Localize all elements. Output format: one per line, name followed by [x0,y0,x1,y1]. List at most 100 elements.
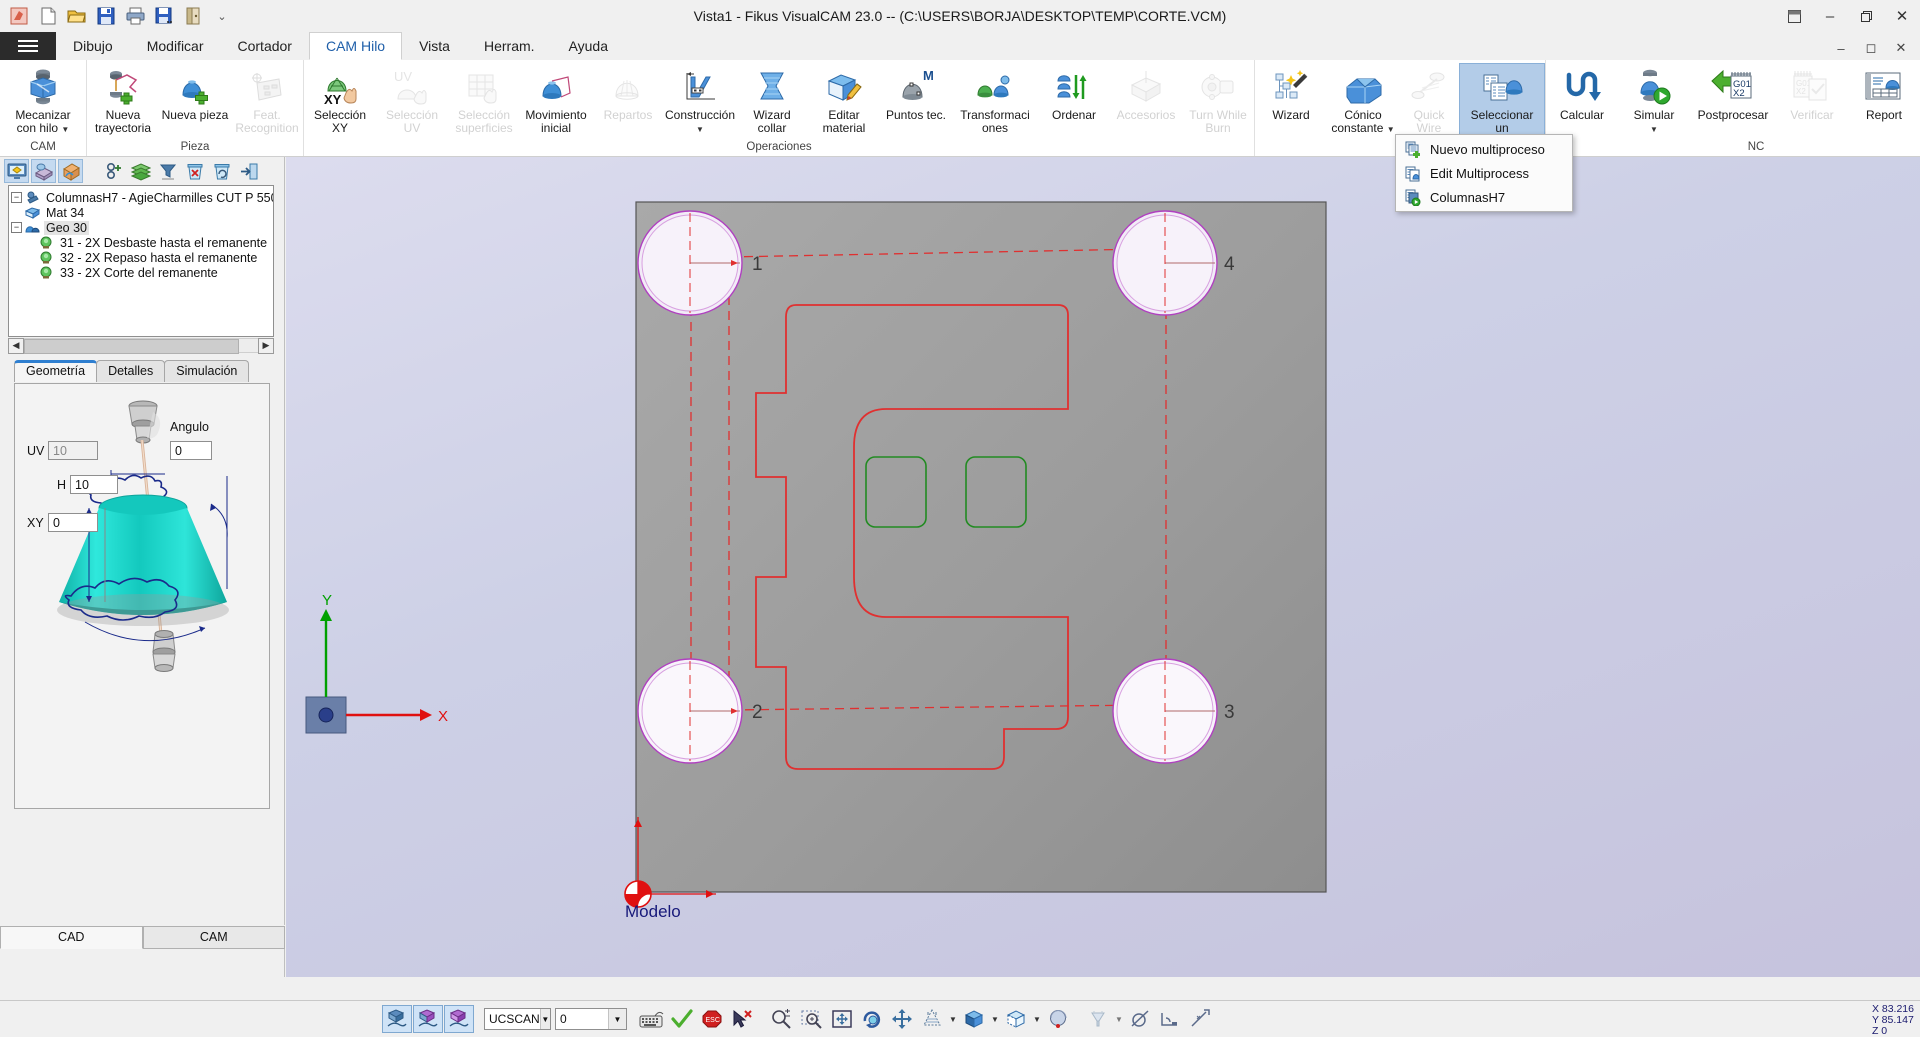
quick-access-toolbar[interactable]: ⌄ [0,3,235,29]
tree-node-material[interactable]: Mat 34 [11,205,273,220]
tab-detalles[interactable]: Detalles [96,360,165,382]
menu-item-edit-multiprocess[interactable]: Edit Multiprocess [1396,161,1572,185]
ribbon-button-calcular[interactable]: Calcular [1546,63,1618,137]
snap-endpoint-icon[interactable] [382,1005,412,1033]
cad-viewport[interactable]: 1 4 2 [286,157,1920,977]
perspective-dropdown-icon[interactable]: ▼ [947,1005,959,1033]
zoom-fit-icon[interactable] [827,1005,857,1033]
xy-field[interactable] [48,513,98,532]
tab-dibujo[interactable]: Dibujo [56,32,130,60]
tree-expander[interactable]: − [11,222,22,233]
doc-close-icon[interactable]: ✕ [1886,36,1916,60]
ribbon-collapse-icon[interactable] [1776,1,1812,31]
tree-expander[interactable]: − [11,192,22,203]
ribbon-button-quick-wire[interactable]: Quick Wire [1399,63,1459,137]
snap-midpoint-icon[interactable] [413,1005,443,1033]
pan-view-icon[interactable] [887,1005,917,1033]
chevron-down-icon[interactable]: ▼ [608,1009,626,1029]
tree-node-geometry[interactable]: − Geo 30 [8,220,273,235]
ribbon-button-nueva-pieza[interactable]: Nueva pieza [159,63,231,137]
tab-herram[interactable]: Herram. [467,32,552,60]
accept-check-icon[interactable] [667,1005,697,1033]
link-add-icon[interactable] [101,159,126,183]
shade-wireframe-icon[interactable] [1001,1005,1031,1033]
snap-center-icon[interactable] [444,1005,474,1033]
operations-tree[interactable]: − ColumnasH7 - AgieCharmilles CUT P 550 … [8,185,274,337]
ucs-select[interactable]: UCSCAN ▼ [484,1008,551,1030]
ribbon-button-simular[interactable]: Simular▼ [1618,63,1690,137]
tab-cad[interactable]: CAD [0,926,143,949]
window-controls[interactable]: – ✕ [1776,0,1920,32]
doc-restore-icon[interactable]: ◻ [1856,36,1886,60]
tab-cortador[interactable]: Cortador [221,32,309,60]
ribbon-button-ordenar[interactable]: Ordenar [1038,63,1110,137]
perspective-icon[interactable] [917,1005,947,1033]
ribbon-button-report[interactable]: Report [1848,63,1920,137]
ribbon-button-movimiento-inicial[interactable]: Movimiento inicial [520,63,592,137]
ribbon-button-editar-material[interactable]: Editar material [808,63,880,137]
tab-vista[interactable]: Vista [402,32,467,60]
menu-item-columnash7[interactable]: ColumnasH7 [1396,185,1572,209]
tab-geometria[interactable]: Geometría [14,360,97,382]
tab-modificar[interactable]: Modificar [130,32,221,60]
view-material-icon[interactable] [31,159,56,183]
measure-icon[interactable] [1155,1005,1185,1033]
scroll-thumb[interactable] [24,339,239,354]
exit-icon[interactable] [180,3,206,29]
keyboard-input-icon[interactable] [637,1005,667,1033]
tree-node-machine[interactable]: − ColumnasH7 - AgieCharmilles CUT P 550 … [11,190,273,205]
ribbon-button-seleccion-uv[interactable]: UV Selección UV [376,63,448,137]
ribbon-button-wizard-collar[interactable]: Wizard collar [736,63,808,137]
tab-cam-hilo[interactable]: CAM Hilo [309,32,402,60]
render-sphere-icon[interactable] [1043,1005,1073,1033]
layers-icon[interactable] [128,159,153,183]
ribbon-button-mecanizar-con-hilo[interactable]: Mecanizar con hilo ▼ [0,63,86,137]
qat-more-icon[interactable]: ⌄ [209,3,235,29]
ribbon-button-feat-recognition[interactable]: Feat. Recognition [231,63,303,137]
tab-simulacion[interactable]: Simulación [164,360,249,382]
ribbon-button-construccion[interactable]: Construcción ▼ [664,63,736,137]
angle-select[interactable]: 0 ▼ [555,1008,627,1030]
view-machine-icon[interactable] [4,159,29,183]
view-part-icon[interactable] [58,159,83,183]
new-file-icon[interactable] [35,3,61,29]
reset-icon[interactable] [209,159,234,183]
scroll-track[interactable] [24,338,258,353]
ribbon-button-seleccion-superficies[interactable]: Selección superficies [448,63,520,137]
zoom-window-icon[interactable] [797,1005,827,1033]
restore-button[interactable] [1848,1,1884,31]
ribbon-button-nueva-trayectoria[interactable]: Nueva trayectoria [87,63,159,137]
tab-cam[interactable]: CAM [143,926,286,949]
construct-icon[interactable] [1185,1005,1215,1033]
app-logo-icon[interactable] [6,3,32,29]
model-drawing[interactable]: 1 4 2 [286,157,1920,977]
exit-panel-icon[interactable] [236,159,261,183]
rotate-view-icon[interactable] [857,1005,887,1033]
chevron-down-icon[interactable]: ▼ [540,1009,550,1029]
section-icon[interactable] [1125,1005,1155,1033]
ribbon-button-puntos-tec[interactable]: M Puntos tec. [880,63,952,137]
tree-node-operation-32[interactable]: 32 - 2X Repaso hasta el remanente [11,250,273,265]
document-window-controls[interactable]: – ◻ ✕ [1826,36,1920,60]
light-dropdown-icon[interactable]: ▼ [1113,1005,1125,1033]
save-icon[interactable] [93,3,119,29]
uv-field[interactable] [48,441,98,460]
menu-item-nuevo-multiproceso[interactable]: Nuevo multiproceso [1396,137,1572,161]
ribbon-button-verificar[interactable]: G01 X2 Verificar [1776,63,1848,137]
ribbon-button-repartos[interactable]: Repartos [592,63,664,137]
ribbon-button-transformaciones[interactable]: Transformaciones [952,63,1038,137]
zoom-in-out-icon[interactable] [767,1005,797,1033]
close-button[interactable]: ✕ [1884,1,1920,31]
ribbon-button-conico-constante[interactable]: Cónico constante ▼ [1327,63,1399,137]
application-menu-button[interactable] [0,32,56,60]
tree-node-operation-33[interactable]: 33 - 2X Corte del remanente [11,265,273,280]
scroll-right-icon[interactable]: ▶ [258,338,274,354]
shade-solid-icon[interactable] [959,1005,989,1033]
ribbon-button-postprocesar[interactable]: G01 X2 Postprocesar [1690,63,1776,137]
h-field[interactable] [70,475,118,494]
ribbon-button-wizard[interactable]: Wizard [1255,63,1327,137]
cancel-pointer-icon[interactable] [727,1005,757,1033]
shade-solid-dropdown-icon[interactable]: ▼ [989,1005,1001,1033]
light-icon[interactable] [1083,1005,1113,1033]
doc-minimize-icon[interactable]: – [1826,36,1856,60]
